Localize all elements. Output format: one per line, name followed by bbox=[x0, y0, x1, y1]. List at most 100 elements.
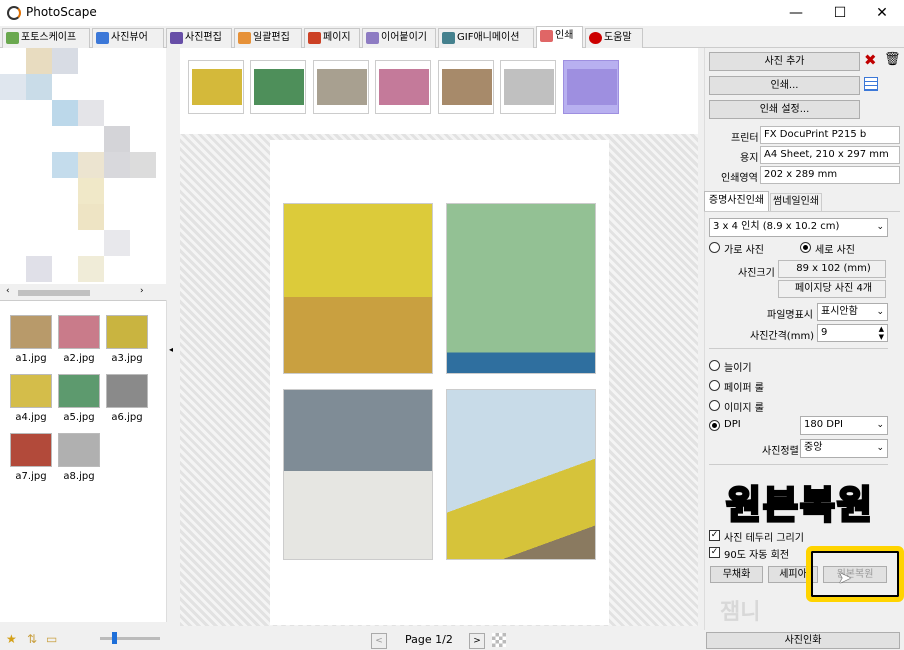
scroll-left-icon[interactable]: ‹ bbox=[6, 286, 10, 296]
editor-icon bbox=[170, 32, 183, 44]
strip-thumbnail[interactable] bbox=[188, 60, 244, 114]
print-setup-button[interactable]: 인쇄 설정... bbox=[709, 100, 860, 119]
blurred-region bbox=[104, 126, 130, 152]
spinner-value: 9 bbox=[821, 327, 828, 338]
paper-ruler-radio[interactable] bbox=[709, 380, 720, 391]
per-page-count: 페이지당 사진 4개 bbox=[778, 280, 886, 298]
dpi-select[interactable]: 180 DPI ⌄ bbox=[800, 416, 888, 435]
image-ruler-radio[interactable] bbox=[709, 400, 720, 411]
section-divider bbox=[709, 348, 888, 349]
blurred-region bbox=[52, 100, 78, 126]
printer-value: FX DocuPrint P215 b bbox=[760, 126, 900, 144]
file-name: a8.jpg bbox=[63, 471, 95, 482]
file-thumbnail[interactable] bbox=[106, 315, 148, 349]
maximize-button[interactable]: ☐ bbox=[818, 0, 862, 26]
blurred-region bbox=[52, 152, 78, 178]
minimize-button[interactable]: — bbox=[774, 0, 818, 26]
stretch-radio[interactable] bbox=[709, 360, 720, 371]
align-select[interactable]: 중앙 ⌄ bbox=[800, 439, 888, 458]
file-thumbnail[interactable] bbox=[10, 374, 52, 408]
blurred-region bbox=[78, 152, 104, 178]
annotation-highlight-box bbox=[806, 546, 904, 602]
photo-gap-label: 사진간격(mm) bbox=[750, 331, 815, 342]
dpi-label: DPI bbox=[724, 419, 741, 430]
file-name: a5.jpg bbox=[63, 412, 95, 423]
close-button[interactable]: ✕ bbox=[860, 0, 904, 26]
strip-thumbnail[interactable] bbox=[438, 60, 494, 114]
paper-page bbox=[270, 140, 609, 625]
watermark-text: 잼니 bbox=[720, 600, 761, 625]
portrait-label: 세로 사진 bbox=[815, 245, 855, 256]
collapse-arrow-icon[interactable]: ◂ bbox=[169, 345, 173, 354]
filename-display-select[interactable]: 표시안함 ⌄ bbox=[817, 303, 888, 321]
star-icon[interactable]: ★ bbox=[6, 632, 17, 646]
print-size-select[interactable]: 3 x 4 인치 (8.9 x 10.2 cm) ⌄ bbox=[709, 218, 888, 237]
checker-background-icon[interactable] bbox=[492, 633, 506, 647]
tab-thumbnail-print[interactable]: 썸네일인쇄 bbox=[770, 193, 822, 211]
portrait-radio[interactable] bbox=[800, 242, 811, 253]
blurred-region bbox=[78, 178, 104, 204]
photo-print-button[interactable]: 사진인화 bbox=[706, 632, 900, 649]
tab-combine[interactable]: 이어붙이기 bbox=[362, 28, 436, 48]
file-thumbnail[interactable] bbox=[58, 374, 100, 408]
tab-divider bbox=[704, 211, 900, 212]
folder-tree[interactable] bbox=[0, 48, 166, 284]
tab-help[interactable]: 도움말 bbox=[585, 28, 643, 48]
trash-icon[interactable]: 🗑 bbox=[884, 52, 901, 67]
preview-photo[interactable] bbox=[446, 389, 596, 560]
blurred-region bbox=[104, 152, 130, 178]
tab-label: 도움말 bbox=[604, 32, 632, 43]
border-checkbox[interactable]: ✓ bbox=[709, 530, 720, 541]
add-photo-button[interactable]: 사진 추가 bbox=[709, 52, 860, 71]
preview-photo[interactable] bbox=[283, 203, 433, 374]
prev-page-button[interactable]: < bbox=[371, 633, 387, 649]
list-icon[interactable] bbox=[864, 77, 878, 91]
select-value: 중앙 bbox=[804, 442, 823, 453]
tab-photoscape[interactable]: 포토스케이프 bbox=[2, 28, 90, 48]
file-thumbnail[interactable] bbox=[10, 315, 52, 349]
tab-label: 이어붙이기 bbox=[381, 32, 427, 43]
chevron-down-icon: ⌄ bbox=[876, 443, 884, 453]
tab-id-photo-print[interactable]: 증명사진인쇄 bbox=[704, 191, 769, 211]
dpi-radio[interactable] bbox=[709, 420, 720, 431]
paper-label: 용지 bbox=[740, 153, 759, 164]
folder-icon[interactable]: ▭ bbox=[46, 632, 57, 646]
tab-page[interactable]: 페이지 bbox=[304, 28, 360, 48]
stretch-label: 늘이기 bbox=[724, 363, 752, 374]
tab-editor[interactable]: 사진편집 bbox=[166, 28, 232, 48]
print-button[interactable]: 인쇄... bbox=[709, 76, 860, 95]
preview-photo[interactable] bbox=[283, 389, 433, 560]
strip-thumbnail-selected[interactable] bbox=[563, 60, 619, 114]
image-ruler-label: 이미지 룰 bbox=[724, 403, 764, 414]
desaturate-button[interactable]: 무채화 bbox=[710, 566, 763, 583]
landscape-radio[interactable] bbox=[709, 242, 720, 253]
tab-label: 포토스케이프 bbox=[21, 32, 77, 43]
slider-thumb[interactable] bbox=[112, 632, 117, 644]
tab-print[interactable]: 인쇄 bbox=[536, 26, 583, 48]
blurred-region bbox=[78, 100, 104, 126]
scroll-thumb[interactable] bbox=[18, 290, 90, 296]
thumbnail-size-slider[interactable] bbox=[100, 637, 160, 640]
page-indicator: Page 1/2 bbox=[405, 633, 453, 646]
file-thumbnail[interactable] bbox=[106, 374, 148, 408]
tab-viewer[interactable]: 사진뷰어 bbox=[92, 28, 164, 48]
file-thumbnail[interactable] bbox=[58, 315, 100, 349]
remove-icon[interactable]: ✖ bbox=[864, 51, 877, 69]
gif-icon bbox=[442, 32, 455, 44]
file-thumbnail[interactable] bbox=[10, 433, 52, 467]
preview-photo[interactable] bbox=[446, 203, 596, 374]
strip-thumbnail[interactable] bbox=[375, 60, 431, 114]
scroll-right-icon[interactable]: › bbox=[140, 286, 144, 296]
next-page-button[interactable]: > bbox=[469, 633, 485, 649]
photo-gap-spinner[interactable]: 9 ▲ ▼ bbox=[817, 324, 888, 342]
select-value: 3 x 4 인치 (8.9 x 10.2 cm) bbox=[713, 221, 840, 232]
auto-rotate-checkbox[interactable]: ✓ bbox=[709, 547, 720, 558]
strip-thumbnail[interactable] bbox=[500, 60, 556, 114]
tab-gif[interactable]: GIF애니메이션 bbox=[438, 28, 534, 48]
spinner-arrows-icon[interactable]: ▲ ▼ bbox=[879, 325, 884, 341]
folder-up-icon[interactable]: ⇅ bbox=[27, 632, 37, 646]
strip-thumbnail[interactable] bbox=[250, 60, 306, 114]
file-thumbnail[interactable] bbox=[58, 433, 100, 467]
strip-thumbnail[interactable] bbox=[313, 60, 369, 114]
tab-batch[interactable]: 일괄편집 bbox=[234, 28, 302, 48]
